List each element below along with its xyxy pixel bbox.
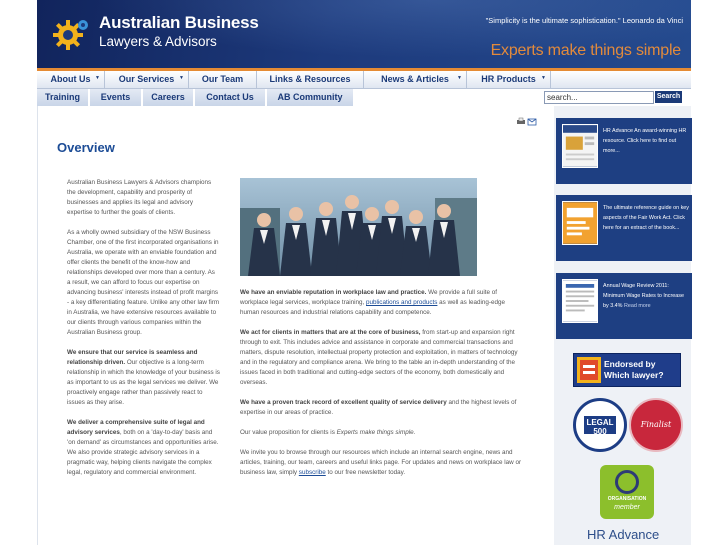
nav-events[interactable]: Events (90, 89, 143, 106)
nav-our-team[interactable]: Our Team (189, 71, 257, 89)
header-quote: "Simplicity is the ultimate sophisticati… (485, 16, 683, 25)
finalist-label: Finalist (640, 420, 672, 429)
nav-hr-products[interactable]: HR Products ▼ (467, 71, 551, 89)
primary-nav: About Us ▼ Our Services ▼ Our Team Links… (37, 68, 691, 89)
brand-subtitle[interactable]: Lawyers & Advisors (99, 34, 217, 49)
hr-advance-logo[interactable]: HR Advance (587, 527, 659, 542)
paragraph: We ensure that our service is seamless a… (67, 348, 220, 408)
legal-500-label: LEGAL 500 (586, 418, 614, 436)
paragraph: We have a proven track record of excelle… (240, 398, 525, 418)
nav-about-us[interactable]: About Us ▼ (37, 71, 105, 89)
paragraph-body: to our free newsletter today. (325, 469, 406, 476)
nav-label: Links & Resources (269, 74, 351, 84)
paragraph: We have an enviable reputation in workpl… (240, 288, 525, 318)
nav-our-services[interactable]: Our Services ▼ (105, 71, 189, 89)
search-input[interactable] (544, 91, 654, 104)
chevron-down-icon: ▼ (95, 75, 100, 81)
team-photo (240, 178, 477, 276)
page: Australian Business Lawyers & Advisors "… (0, 0, 727, 545)
subscribe-link[interactable]: subscribe (299, 469, 326, 476)
header-tagline: Experts make things simple (490, 42, 682, 59)
paragraph: We invite you to browse through our reso… (240, 448, 525, 478)
paragraph-body: from start-up and expansion right throug… (240, 329, 518, 386)
which-lawyer-label: Which lawyer? (604, 370, 664, 380)
nav-label: HR Products (481, 74, 536, 84)
paragraph-body: , both on a 'day-to-day' basis and 'on d… (67, 429, 219, 476)
paragraph-lead: We act for clients in matters that are a… (240, 329, 421, 336)
organisation-member-badge[interactable]: ORGANISATION member (600, 465, 654, 519)
page-title: Overview (57, 140, 115, 155)
publications-link[interactable]: publications and products (366, 299, 437, 306)
brand-name[interactable]: Australian Business (99, 13, 259, 33)
finalist-award-badge[interactable]: Finalist (629, 398, 683, 452)
search-button[interactable]: Search (655, 91, 682, 103)
nav-news-articles[interactable]: News & Articles ▼ (364, 71, 467, 89)
endorsed-by-label: Endorsed by (604, 359, 656, 369)
fair-work-book-thumbnail (562, 201, 598, 245)
print-icon[interactable] (517, 117, 525, 124)
organisation-logo-icon (615, 470, 639, 494)
paragraph-body: Our objective is a long-term relationshi… (67, 359, 220, 406)
nav-label: About Us (50, 74, 91, 84)
paragraph: As a wholly owned subsidiary of the NSW … (67, 229, 220, 336)
paragraph: We deliver a comprehensive suite of lega… (67, 418, 220, 478)
nav-training[interactable]: Training (37, 89, 90, 106)
nav-label: Our Team (201, 74, 244, 84)
site-header: Australian Business Lawyers & Advisors "… (37, 0, 691, 68)
nav-ab-community[interactable]: AB Community (267, 89, 355, 106)
wage-review-thumbnail (562, 279, 598, 323)
promo-text: Annual Wage Review 2011: Minimum Wage Ra… (603, 281, 689, 311)
paragraph: We act for clients in matters that are a… (240, 328, 525, 388)
promo-text: The ultimate reference guide on key aspe… (603, 205, 690, 231)
gear-logo-icon[interactable] (45, 15, 91, 51)
chevron-down-icon: ▼ (541, 75, 546, 81)
chevron-down-icon: ▼ (179, 75, 184, 81)
nav-label: News & Articles (381, 74, 449, 84)
overview-right-column: We have an enviable reputation in workpl… (240, 288, 525, 488)
email-icon[interactable] (527, 118, 537, 126)
fair-work-book-promo[interactable]: The ultimate reference guide on key aspe… (556, 195, 692, 261)
paragraph-lead: We have an enviable reputation in workpl… (240, 289, 427, 296)
nav-label: Our Services (118, 74, 175, 84)
organisation-label: ORGANISATION (607, 496, 647, 502)
nav-links-resources[interactable]: Links & Resources (257, 71, 364, 89)
promo-text: HR Advance An award-winning HR resource.… (603, 128, 687, 154)
wage-review-promo[interactable]: Annual Wage Review 2011: Minimum Wage Ra… (556, 273, 692, 339)
overview-left-column: Australian Business Lawyers & Advisors c… (67, 178, 220, 488)
paragraph: Australian Business Lawyers & Advisors c… (67, 179, 212, 216)
legal-500-badge[interactable]: LEGAL 500 (573, 398, 627, 452)
hr-advance-promo[interactable]: HR Advance An award-winning HR resource.… (556, 118, 692, 184)
nav-careers[interactable]: Careers (143, 89, 195, 106)
member-label: member (614, 504, 640, 511)
which-lawyer-endorsement[interactable]: Endorsed by Which lawyer? (573, 353, 681, 387)
paragraph-emphasis: Experts make things simple. (336, 429, 416, 436)
paragraph-body: Our value proposition for clients is (240, 429, 337, 436)
paragraph-lead: We have a proven track record of excelle… (240, 399, 447, 406)
paragraph: Our value proposition for clients is Exp… (240, 428, 525, 438)
hr-advance-thumbnail (562, 124, 598, 168)
endorsement-badge-icon (577, 357, 601, 383)
page-tools (517, 117, 537, 126)
chevron-down-icon: ▼ (457, 75, 462, 81)
nav-contact-us[interactable]: Contact Us (195, 89, 267, 106)
read-more-link[interactable]: Read more (624, 303, 651, 309)
